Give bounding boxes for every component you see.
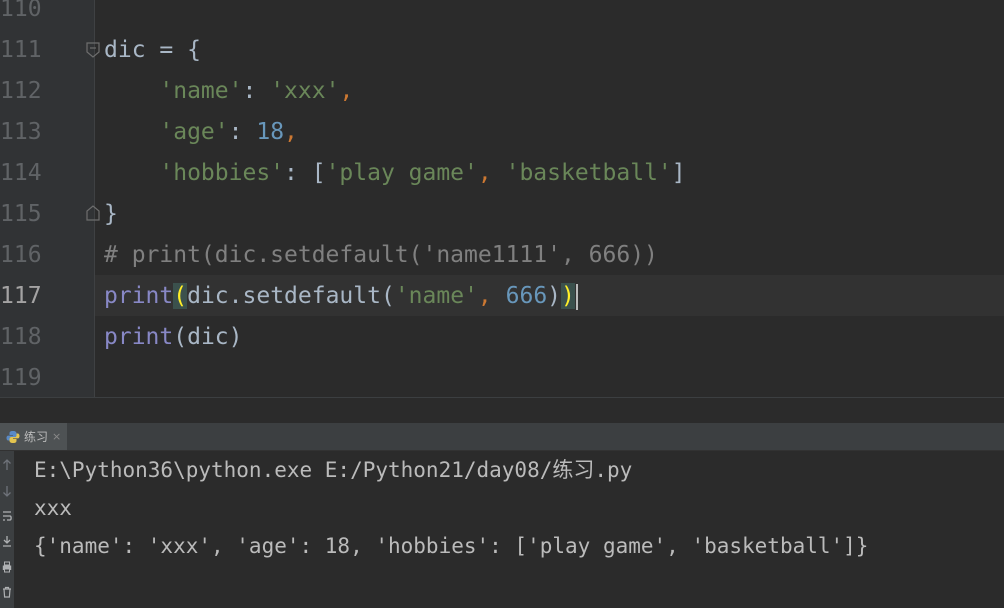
code-token: print bbox=[104, 283, 174, 309]
text-caret bbox=[575, 283, 578, 310]
code-token: , bbox=[284, 119, 298, 145]
line-number: 114 bbox=[0, 160, 42, 186]
code-token: (dic) bbox=[173, 324, 243, 350]
code-editor[interactable]: 110 111 112 113 114 115 116 117 118 119 … bbox=[0, 0, 1004, 397]
code-token: 'hobbies' bbox=[159, 160, 285, 186]
code-token: : bbox=[242, 78, 271, 104]
line-number: 113 bbox=[0, 119, 42, 145]
console-output-line: E:\Python36\python.exe E:/Python21/day08… bbox=[34, 458, 633, 482]
line-number-current: 117 bbox=[0, 283, 42, 309]
code-token: 18 bbox=[256, 119, 285, 145]
scroll-to-end-icon[interactable] bbox=[0, 533, 14, 549]
code-token: : bbox=[228, 119, 257, 145]
run-tab-label: 练习 bbox=[24, 430, 49, 444]
code-token: 'basketball' bbox=[505, 160, 672, 186]
console-output-line: {'name': 'xxx', 'age': 18, 'hobbies': ['… bbox=[34, 534, 869, 558]
code-line-current: print(dic.setdefault('name', 666)) bbox=[104, 276, 578, 317]
code-token: ] bbox=[671, 160, 686, 186]
code-line: 'hobbies': ['play game', 'basketball'] bbox=[104, 153, 686, 194]
code-token: 'xxx' bbox=[270, 78, 340, 104]
line-number: 118 bbox=[0, 324, 42, 350]
line-number: 119 bbox=[0, 365, 42, 391]
code-token: } bbox=[104, 201, 118, 227]
code-token: print bbox=[104, 324, 174, 350]
code-token: dic = { bbox=[104, 37, 201, 63]
code-token: , bbox=[477, 283, 506, 309]
run-tab-bar: 练习 × bbox=[0, 423, 1004, 451]
code-token: # print(dic.setdefault('name1111', 666)) bbox=[104, 242, 658, 268]
print-icon[interactable] bbox=[0, 559, 14, 575]
code-token: 666 bbox=[505, 283, 548, 309]
fold-open-icon[interactable] bbox=[86, 42, 100, 58]
code-token: : [ bbox=[284, 160, 326, 186]
console-output-line: xxx bbox=[34, 496, 72, 520]
code-line: dic = { bbox=[104, 30, 201, 71]
fold-end-icon[interactable] bbox=[86, 205, 100, 221]
arrow-up-icon[interactable] bbox=[0, 457, 14, 473]
close-icon[interactable]: × bbox=[52, 430, 61, 443]
code-token: dic.setdefault( bbox=[187, 283, 395, 309]
code-line: 'age': 18, bbox=[104, 112, 298, 153]
code-line: print(dic) bbox=[104, 317, 243, 358]
editor-panel-divider[interactable] bbox=[0, 397, 1004, 424]
soft-wrap-icon[interactable] bbox=[0, 508, 14, 524]
code-token: ) bbox=[547, 283, 562, 309]
console-toolbar bbox=[0, 451, 14, 608]
line-number: 110 bbox=[0, 0, 42, 22]
code-line: } bbox=[104, 194, 118, 235]
python-icon bbox=[6, 430, 20, 443]
line-number: 116 bbox=[0, 242, 42, 268]
code-token: ) bbox=[561, 283, 575, 309]
line-number: 112 bbox=[0, 78, 42, 104]
code-line: 'name': 'xxx', bbox=[104, 71, 353, 112]
code-token: 'play game' bbox=[325, 160, 478, 186]
code-token: , bbox=[339, 78, 354, 104]
arrow-down-icon[interactable] bbox=[0, 483, 14, 499]
code-line: # print(dic.setdefault('name1111', 666)) bbox=[104, 235, 658, 276]
line-number: 115 bbox=[0, 201, 42, 227]
gutter-separator bbox=[94, 0, 95, 397]
trash-icon[interactable] bbox=[0, 584, 14, 600]
code-token: 'name' bbox=[394, 283, 478, 309]
code-token: , bbox=[477, 160, 506, 186]
run-tab[interactable]: 练习 × bbox=[0, 423, 68, 450]
run-console[interactable]: E:\Python36\python.exe E:/Python21/day08… bbox=[0, 451, 1004, 608]
line-number: 111 bbox=[0, 37, 42, 63]
code-token: ( bbox=[173, 283, 188, 309]
code-token: 'name' bbox=[159, 78, 243, 104]
code-token: 'age' bbox=[159, 119, 229, 145]
